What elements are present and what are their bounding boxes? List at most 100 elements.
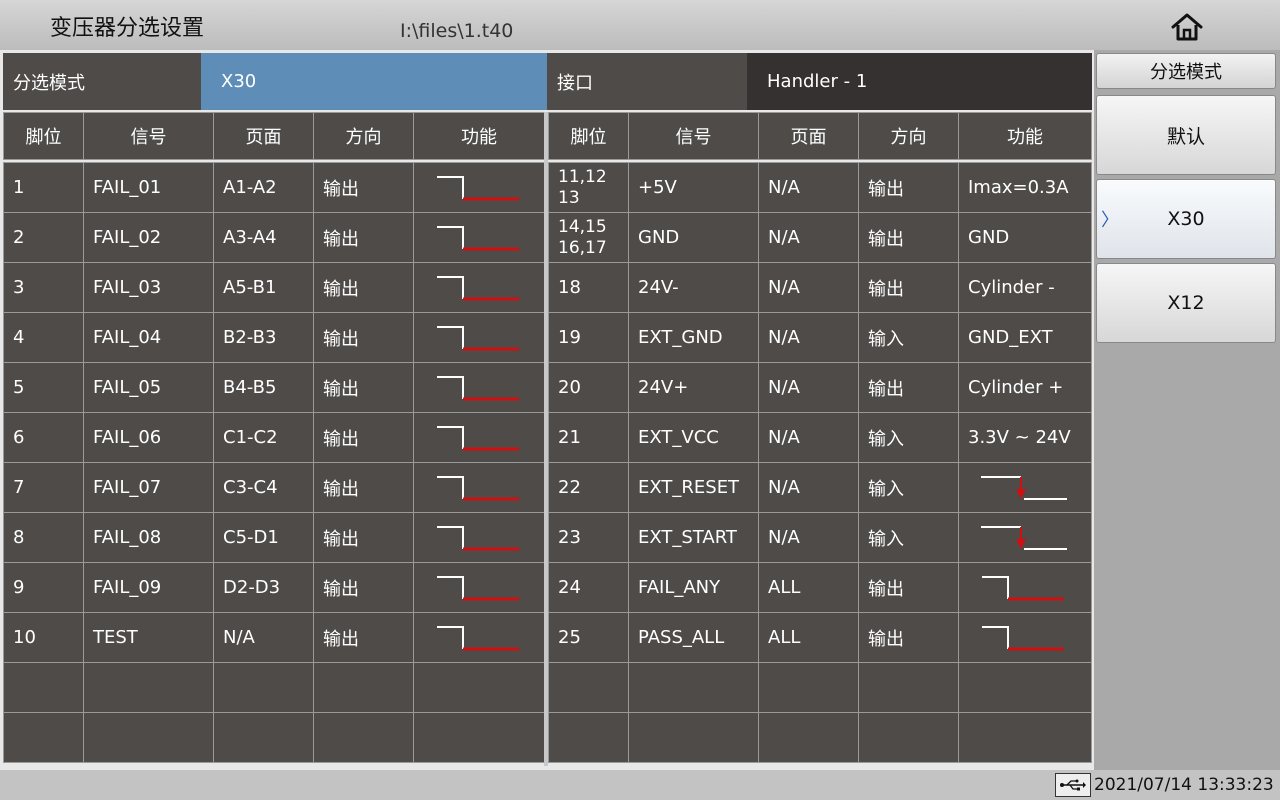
left-table-header: 脚位 信号 页面 方向 功能: [3, 112, 545, 160]
interface-value-field[interactable]: Handler - 1: [747, 53, 1092, 110]
direction-cell: 输出: [858, 612, 959, 663]
right-table-header: 脚位 信号 页面 方向 功能: [548, 112, 1092, 160]
falling-edge-output-icon: [423, 273, 544, 303]
table-row[interactable]: 21 EXT_VCC N/A 输入 3.3V ~ 24V: [548, 412, 1092, 463]
pin-cell: 11,12 13: [548, 162, 629, 213]
page-cell: A3-A4: [213, 212, 314, 263]
page-cell: C3-C4: [213, 462, 314, 513]
page-cell: N/A: [758, 512, 859, 563]
table-row[interactable]: 1 FAIL_01 A1-A2 输出: [3, 162, 545, 213]
signal-cell: [83, 662, 214, 713]
table-row[interactable]: 14,15 16,17 GND N/A 输出 GND: [548, 212, 1092, 263]
table-row[interactable]: [548, 712, 1092, 763]
pin-cell: 24: [548, 562, 629, 613]
page-cell: [758, 662, 859, 713]
function-cell: GND: [958, 212, 1092, 263]
page-cell: ALL: [758, 612, 859, 663]
signal-cell: FAIL_01: [83, 162, 214, 213]
page-cell: N/A: [758, 312, 859, 363]
table-row[interactable]: 18 24V- N/A 输出 Cylinder -: [548, 262, 1092, 313]
pin-cell: 18: [548, 262, 629, 313]
direction-cell: 输出: [313, 412, 414, 463]
signal-cell: FAIL_03: [83, 262, 214, 313]
function-cell: [958, 712, 1092, 763]
function-cell: [413, 362, 545, 413]
page-cell: [758, 712, 859, 763]
direction-cell: 输出: [858, 162, 959, 213]
table-row[interactable]: 10 TEST N/A 输出: [3, 612, 545, 663]
pin-cell: 23: [548, 512, 629, 563]
main-panel: 分选模式 X30 接口 Handler - 1 脚位 信号 页面 方向 功能 脚…: [0, 50, 1094, 770]
pin-cell: 2: [3, 212, 84, 263]
table-row[interactable]: [3, 662, 545, 713]
col-header-pin: 脚位: [548, 112, 629, 160]
button-label: X12: [1167, 292, 1205, 314]
falling-edge-output-icon: [423, 573, 544, 603]
table-row[interactable]: 8 FAIL_08 C5-D1 输出: [3, 512, 545, 563]
mode-label: 分选模式: [3, 53, 201, 110]
function-cell: Cylinder +: [958, 362, 1092, 413]
table-row[interactable]: [548, 662, 1092, 713]
mode-x12-button[interactable]: X12: [1096, 263, 1276, 343]
table-row[interactable]: 2 FAIL_02 A3-A4 输出: [3, 212, 545, 263]
direction-cell: 输出: [858, 362, 959, 413]
right-pin-table: 11,12 13 +5V N/A 输出 Imax=0.3A 14,15 16,17 GND N…: [548, 162, 1092, 763]
direction-cell: 输出: [313, 312, 414, 363]
direction-cell: 输入: [858, 462, 959, 513]
page-cell: D2-D3: [213, 562, 314, 613]
pin-cell: 14,15 16,17: [548, 212, 629, 263]
falling-edge-output-icon: [423, 173, 544, 203]
falling-edge-output-icon: [968, 623, 1091, 653]
page-cell: B4-B5: [213, 362, 314, 413]
function-cell: Cylinder -: [958, 262, 1092, 313]
table-row[interactable]: 24 FAIL_ANY ALL 输出: [548, 562, 1092, 613]
function-cell: GND_EXT: [958, 312, 1092, 363]
pin-cell: [548, 662, 629, 713]
signal-cell: EXT_START: [628, 512, 759, 563]
direction-cell: 输出: [313, 462, 414, 513]
table-row[interactable]: 11,12 13 +5V N/A 输出 Imax=0.3A: [548, 162, 1092, 213]
function-cell: 3.3V ~ 24V: [958, 412, 1092, 463]
pin-cell: [3, 712, 84, 763]
function-cell: [413, 512, 545, 563]
table-row[interactable]: 5 FAIL_05 B4-B5 输出: [3, 362, 545, 413]
function-cell: [413, 412, 545, 463]
page-cell: [213, 712, 314, 763]
table-row[interactable]: 4 FAIL_04 B2-B3 输出: [3, 312, 545, 363]
direction-cell: 输入: [858, 412, 959, 463]
table-row[interactable]: 7 FAIL_07 C3-C4 输出: [3, 462, 545, 513]
signal-cell: +5V: [628, 162, 759, 213]
falling-edge-output-icon: [423, 623, 544, 653]
table-row[interactable]: 19 EXT_GND N/A 输入 GND_EXT: [548, 312, 1092, 363]
mode-x30-button[interactable]: 〉 X30: [1096, 179, 1276, 259]
direction-cell: [313, 712, 414, 763]
falling-edge-output-icon: [423, 323, 544, 353]
signal-cell: [83, 712, 214, 763]
signal-cell: FAIL_04: [83, 312, 214, 363]
table-row[interactable]: 23 EXT_START N/A 输入: [548, 512, 1092, 563]
table-row[interactable]: 25 PASS_ALL ALL 输出: [548, 612, 1092, 663]
home-button[interactable]: [1168, 8, 1206, 46]
col-header-signal: 信号: [83, 112, 214, 160]
signal-cell: FAIL_05: [83, 362, 214, 413]
page-cell: B2-B3: [213, 312, 314, 363]
table-row[interactable]: 22 EXT_RESET N/A 输入: [548, 462, 1092, 513]
table-row[interactable]: 3 FAIL_03 A5-B1 输出: [3, 262, 545, 313]
table-row[interactable]: 9 FAIL_09 D2-D3 输出: [3, 562, 545, 613]
mode-default-button[interactable]: 默认: [1096, 95, 1276, 175]
function-cell: [413, 612, 545, 663]
table-row[interactable]: [3, 712, 545, 763]
direction-cell: 输出: [858, 262, 959, 313]
table-row[interactable]: 6 FAIL_06 C1-C2 输出: [3, 412, 545, 463]
col-header-function: 功能: [413, 112, 545, 160]
usb-icon: [1055, 773, 1091, 797]
falling-edge-output-icon: [968, 573, 1091, 603]
table-row[interactable]: 20 24V+ N/A 输出 Cylinder +: [548, 362, 1092, 413]
mode-value-field[interactable]: X30: [201, 53, 547, 110]
direction-cell: 输出: [313, 612, 414, 663]
file-path: I:\files\1.t40: [400, 20, 514, 42]
pin-cell: 9: [3, 562, 84, 613]
function-cell: [413, 212, 545, 263]
interface-label: 接口: [547, 53, 747, 110]
signal-cell: EXT_RESET: [628, 462, 759, 513]
